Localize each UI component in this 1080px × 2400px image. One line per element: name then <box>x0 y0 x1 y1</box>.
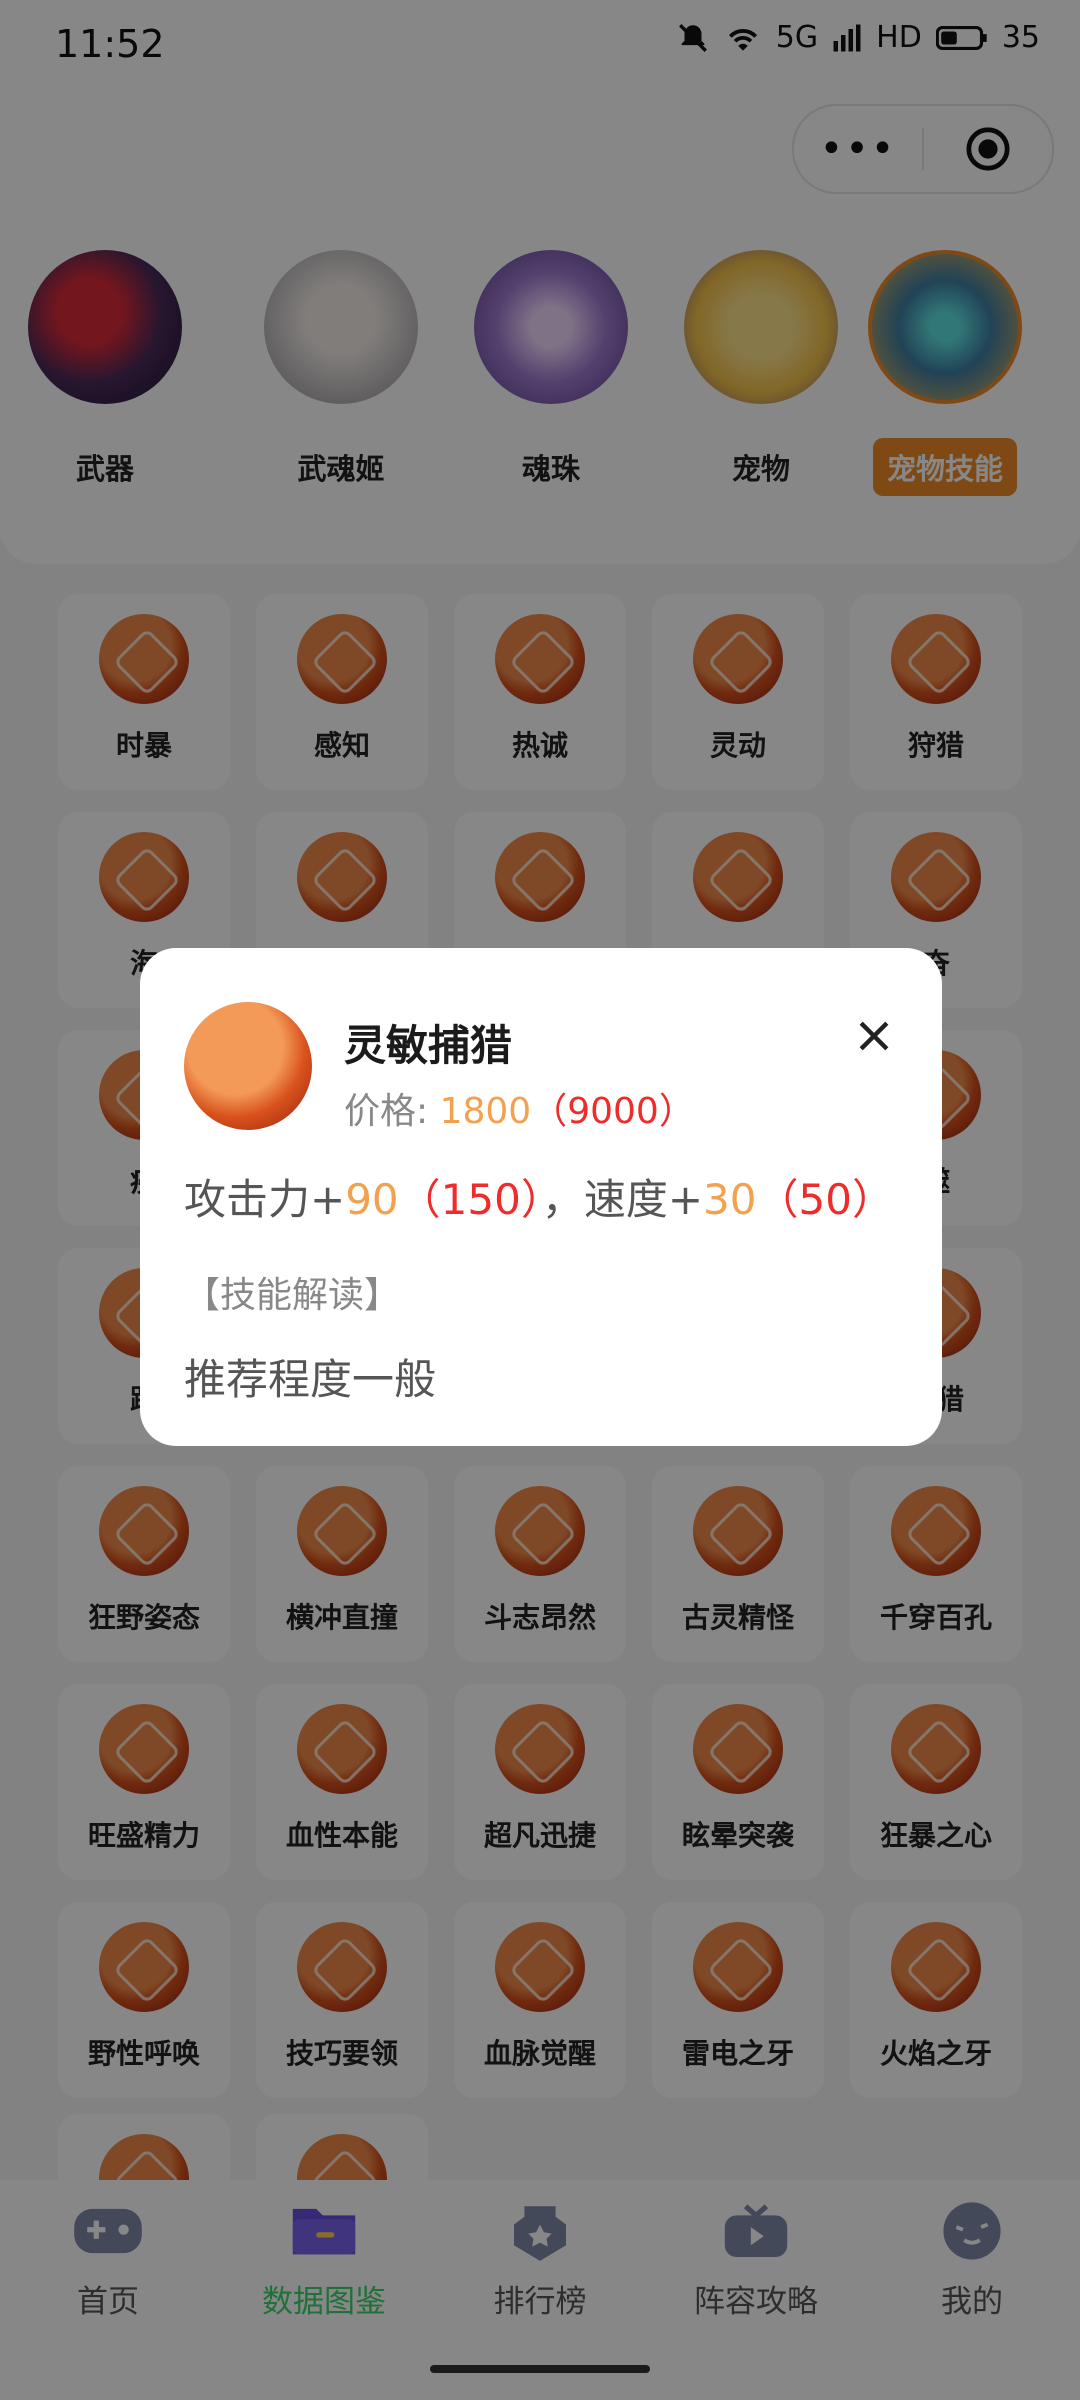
dialog-title: 灵敏捕猎 <box>344 1021 513 1070</box>
dialog-description: 推荐程度一般 <box>184 1355 437 1404</box>
price-value: 1800 <box>439 1091 532 1132</box>
speed-label: 速度+ <box>583 1175 704 1224</box>
attack-value: 90 <box>345 1175 399 1224</box>
skill-detail-dialog: 灵敏捕猎 价格: 1800（9000） 攻击力+90（150），速度+30（50… <box>140 948 942 1446</box>
price-label: 价格: <box>344 1091 429 1132</box>
speed-max-value: （50） <box>756 1175 894 1224</box>
attack-max-value: （150） <box>398 1175 542 1224</box>
price-max-value: （9000） <box>531 1091 695 1132</box>
dialog-stats: 攻击力+90（150），速度+30（50） <box>184 1166 894 1227</box>
speed-value: 30 <box>703 1175 757 1224</box>
attack-label: 攻击力+ <box>184 1175 346 1224</box>
dialog-section-heading: 【技能解读】 <box>184 1275 401 1316</box>
close-icon[interactable] <box>852 1014 896 1058</box>
skill-emblem-icon <box>184 1002 312 1130</box>
dialog-price: 价格: 1800（9000） <box>344 1082 695 1134</box>
stats-separator: ， <box>541 1175 584 1224</box>
